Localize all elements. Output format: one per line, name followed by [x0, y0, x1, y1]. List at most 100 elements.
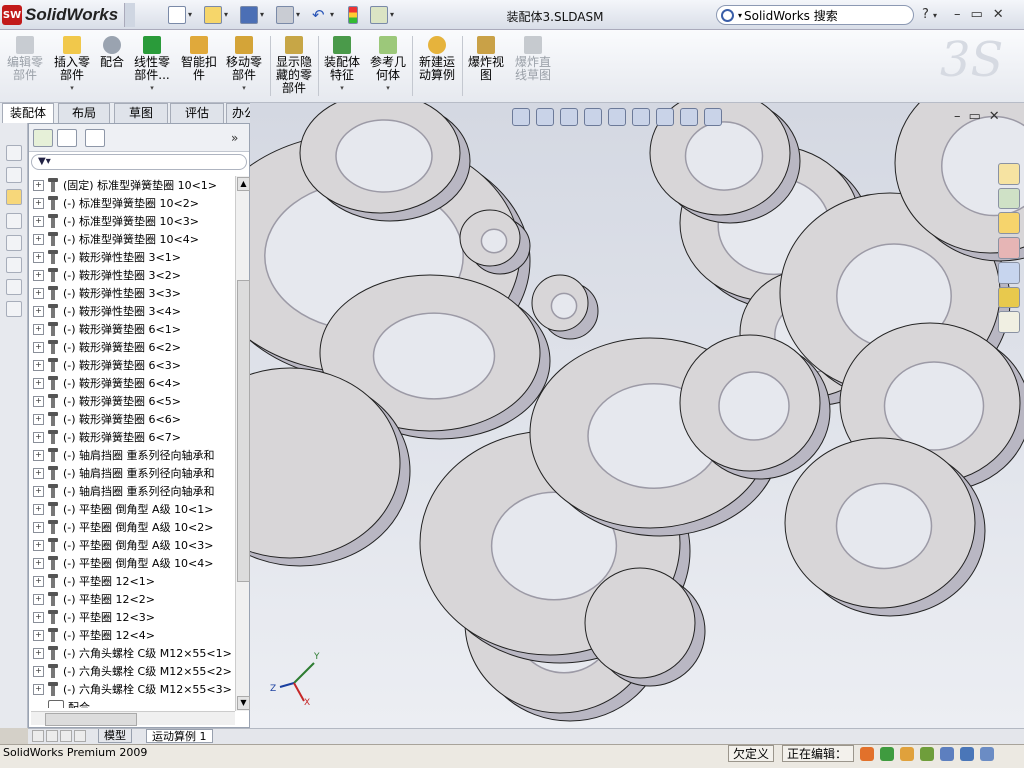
tree-item[interactable]: + (-) 平垫圈 12<4>: [31, 626, 235, 644]
scroll-up-icon[interactable]: ▲: [237, 177, 250, 191]
prev-tab-icon[interactable]: [46, 730, 58, 742]
tree-item[interactable]: + (-) 六角头螺栓 C级 M12×55<1>: [31, 644, 235, 662]
spline-tool-icon[interactable]: [6, 279, 22, 295]
tree-item[interactable]: + (-) 鞍形弹性垫圈 3<1>: [31, 248, 235, 266]
next-tab-icon[interactable]: [60, 730, 72, 742]
tree-item[interactable]: + (-) 平垫圈 倒角型 A级 10<4>: [31, 554, 235, 572]
hide-show-items-icon[interactable]: [656, 108, 674, 126]
expand-node-icon[interactable]: +: [33, 521, 44, 533]
tree-item[interactable]: + (-) 平垫圈 12<1>: [31, 572, 235, 590]
tree-item[interactable]: + (-) 平垫圈 12<2>: [31, 590, 235, 608]
expand-node-icon[interactable]: +: [33, 287, 44, 299]
tree-item[interactable]: + (-) 平垫圈 12<3>: [31, 608, 235, 626]
chevron-down-icon[interactable]: ▾: [386, 82, 390, 95]
tree-item[interactable]: + (-) 轴肩挡圈 重系列径向轴承和: [31, 446, 235, 464]
tree-item[interactable]: + (-) 六角头螺栓 C级 M12×55<3>: [31, 680, 235, 698]
mate-button[interactable]: 配合: [96, 36, 128, 102]
expand-node-icon[interactable]: +: [33, 539, 44, 551]
expand-node-icon[interactable]: +: [33, 233, 44, 245]
undo-button[interactable]: ↶ ▾: [312, 6, 338, 24]
expand-node-icon[interactable]: +: [33, 251, 44, 263]
chevron-down-icon[interactable]: ▾: [340, 82, 344, 95]
previous-view-icon[interactable]: [560, 108, 578, 126]
first-tab-icon[interactable]: [32, 730, 44, 742]
expand-node-icon[interactable]: +: [33, 305, 44, 317]
chevron-down-icon[interactable]: ▾: [70, 82, 74, 95]
tree-item[interactable]: + (-) 鞍形弹性垫圈 3<2>: [31, 266, 235, 284]
expand-node-icon[interactable]: +: [33, 215, 44, 227]
tab-layout[interactable]: 布局: [58, 103, 110, 123]
expand-node-icon[interactable]: +: [33, 665, 44, 677]
arc-tool-icon[interactable]: [6, 257, 22, 273]
options-button[interactable]: ▾: [370, 6, 398, 24]
move-component-button[interactable]: 移动零 部件 ▾: [222, 36, 266, 102]
expand-node-icon[interactable]: +: [33, 575, 44, 587]
restore-button[interactable]: ▭: [971, 7, 983, 22]
chevron-down-icon[interactable]: ▾: [150, 82, 154, 95]
search-results-icon[interactable]: [998, 237, 1020, 259]
linear-pattern-button[interactable]: 线性零 部件... ▾: [130, 36, 174, 102]
expand-node-icon[interactable]: +: [33, 377, 44, 389]
design-library-icon[interactable]: [998, 187, 1020, 210]
circle-tool-icon[interactable]: [6, 235, 22, 251]
expand-node-icon[interactable]: +: [33, 197, 44, 209]
chevron-down-icon[interactable]: ▾: [933, 11, 937, 20]
smart-dimension-icon[interactable]: [6, 167, 22, 183]
expand-node-icon[interactable]: +: [33, 593, 44, 605]
expand-node-icon[interactable]: +: [33, 413, 44, 425]
rebuild-button[interactable]: [348, 6, 358, 24]
tree-item[interactable]: + (-) 鞍形弹簧垫圈 6<6>: [31, 410, 235, 428]
scroll-thumb[interactable]: [45, 713, 137, 726]
file-explorer-icon[interactable]: [998, 212, 1020, 235]
viewport-close-button[interactable]: ✕: [989, 109, 1000, 124]
tree-item[interactable]: + (-) 鞍形弹性垫圈 3<3>: [31, 284, 235, 302]
help-button[interactable]: ? ▾: [922, 7, 937, 22]
tree-item[interactable]: + (-) 平垫圈 倒角型 A级 10<1>: [31, 500, 235, 518]
reference-geometry-button[interactable]: 参考几 何体 ▾: [366, 36, 410, 102]
status-tips-icon[interactable]: [920, 747, 934, 761]
tree-item[interactable]: + (-) 鞍形弹簧垫圈 6<3>: [31, 356, 235, 374]
status-keyboard-icon[interactable]: [940, 747, 954, 761]
assembly-features-button[interactable]: 装配体 特征 ▾: [320, 36, 364, 102]
print-button[interactable]: ▾: [276, 6, 304, 24]
tree-item[interactable]: + (-) 六角头螺栓 C级 M12×55<2>: [31, 662, 235, 680]
tree-item-mates[interactable]: 配合: [31, 698, 235, 708]
feature-tree-tab-icon[interactable]: [33, 129, 53, 147]
chevron-down-icon[interactable]: ▾: [260, 11, 268, 19]
assembly-model-view[interactable]: [250, 103, 1024, 728]
display-style-icon[interactable]: [632, 108, 650, 126]
expand-node-icon[interactable]: +: [33, 683, 44, 695]
view-orientation-icon[interactable]: [608, 108, 626, 126]
tree-item[interactable]: + (-) 鞍形弹簧垫圈 6<4>: [31, 374, 235, 392]
chevron-down-icon[interactable]: ▾: [188, 11, 196, 19]
tree-item[interactable]: + (-) 标准型弹簧垫圈 10<2>: [31, 194, 235, 212]
chevron-down-icon[interactable]: ▾: [330, 11, 338, 19]
tree-item[interactable]: + (-) 平垫圈 倒角型 A级 10<3>: [31, 536, 235, 554]
expand-node-icon[interactable]: +: [33, 629, 44, 641]
washer-part[interactable]: [531, 274, 599, 340]
scroll-down-icon[interactable]: ▼: [237, 696, 250, 710]
tab-evaluate[interactable]: 评估: [170, 103, 224, 123]
sketch-tool-icon[interactable]: [6, 145, 22, 161]
status-quick-tips-icon[interactable]: [900, 747, 914, 761]
tree-item[interactable]: + (-) 标准型弹簧垫圈 10<3>: [31, 212, 235, 230]
expand-panel-icon[interactable]: »: [231, 131, 238, 145]
insert-component-button[interactable]: 插入零 部件 ▾: [50, 36, 94, 102]
tree-item[interactable]: + (固定) 标准型弹簧垫圈 10<1>: [31, 176, 235, 194]
tab-sketch[interactable]: 草图: [114, 103, 168, 123]
new-document-button[interactable]: ▾: [168, 6, 196, 24]
expand-node-icon[interactable]: +: [33, 647, 44, 659]
point-tool-icon[interactable]: [6, 301, 22, 317]
tree-item[interactable]: + (-) 鞍形弹性垫圈 3<4>: [31, 302, 235, 320]
expand-node-icon[interactable]: +: [33, 557, 44, 569]
view-palette-icon[interactable]: [998, 261, 1020, 284]
configuration-manager-tab-icon[interactable]: [85, 129, 105, 147]
tree-item[interactable]: + (-) 鞍形弹簧垫圈 6<2>: [31, 338, 235, 356]
viewport-restore-button[interactable]: ▭: [969, 109, 981, 124]
tab-assembly[interactable]: 装配体: [2, 103, 54, 123]
chevron-down-icon[interactable]: ▾: [224, 11, 232, 19]
edit-component-button[interactable]: 编辑零 部件: [4, 36, 46, 102]
section-view-icon[interactable]: [584, 108, 602, 126]
search-input[interactable]: ▾ SolidWorks 搜索: [716, 5, 914, 25]
zoom-area-icon[interactable]: [536, 108, 554, 126]
